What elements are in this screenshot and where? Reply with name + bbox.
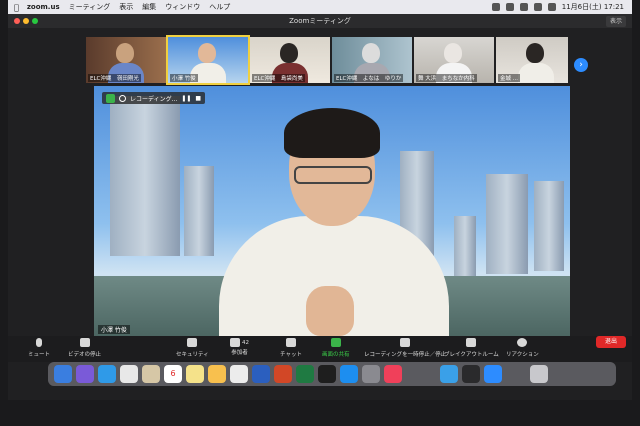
video-label: ビデオの停止: [68, 352, 102, 358]
menu-item[interactable]: ウィンドウ: [165, 2, 200, 12]
reaction-label: リアクション: [506, 352, 539, 358]
stop-video-button[interactable]: ビデオの停止: [68, 338, 101, 358]
preview-icon[interactable]: [462, 365, 480, 383]
chat-icon: [285, 338, 296, 347]
window-title: Zoomミーティング: [289, 17, 351, 25]
participant-name: 舞 大浜 まちなか内科: [416, 74, 477, 82]
share-screen-button[interactable]: 画面の共有: [322, 338, 350, 358]
screen:  zoom.us ミーティング 表示 編集 ウィンドウ ヘルプ 11月6日(土…: [8, 0, 632, 400]
participant-name: 金城 ...: [498, 74, 520, 82]
participants-icon: [230, 338, 240, 347]
finder-icon[interactable]: [54, 365, 72, 383]
meeting-toolbar: ミュート ビデオの停止 セキュリティ 42 参加者 チャット 画面の共有 レコー…: [8, 336, 632, 362]
pause-recording-icon: [400, 338, 411, 347]
recording-label: レコーディング...: [130, 95, 178, 103]
gallery-strip: ELC沖縄 嶺田剛光 小澤 竹俊 ELC沖縄 島袋尚美 ELC沖縄 よなは ゆり…: [86, 35, 568, 85]
zoom-icon[interactable]: [484, 365, 502, 383]
security-label: セキュリティ: [176, 352, 209, 358]
record-icon: [119, 94, 126, 102]
mute-button[interactable]: ミュート: [28, 338, 50, 358]
search-icon[interactable]: [547, 3, 556, 11]
chat-label: チャット: [280, 352, 302, 358]
app-store-icon[interactable]: [340, 365, 358, 383]
pause-icon[interactable]: ❚❚: [181, 95, 191, 102]
speaker-name: 小澤 竹俊: [98, 325, 130, 334]
shield-icon[interactable]: [106, 93, 115, 103]
facetime-icon[interactable]: [230, 365, 248, 383]
breakout-rooms-icon: [466, 338, 477, 347]
participant-name: ELC沖縄 島袋尚美: [252, 74, 305, 82]
leave-meeting-button[interactable]: 退出: [596, 336, 626, 348]
camera-icon: [79, 338, 90, 347]
photos-folder-icon[interactable]: [142, 365, 160, 383]
status-area: 11月6日(土) 17:21: [491, 2, 624, 12]
gallery-next-icon[interactable]: ›: [574, 58, 588, 72]
menu-clock[interactable]: 11月6日(土) 17:21: [562, 2, 624, 12]
share-screen-icon: [330, 338, 341, 347]
menu-app[interactable]: zoom.us: [27, 3, 60, 11]
photos-icon[interactable]: [208, 365, 226, 383]
participants-count: 42: [242, 339, 249, 346]
participants-button[interactable]: 42 参加者: [230, 338, 249, 356]
system-settings-icon[interactable]: [362, 365, 380, 383]
notes-icon[interactable]: [186, 365, 204, 383]
calendar-icon[interactable]: 6: [164, 365, 182, 383]
security-button[interactable]: セキュリティ: [176, 338, 209, 358]
recording-button-label: レコーディングを一時停止／停止: [364, 352, 447, 358]
gallery-tile-active[interactable]: 小澤 竹俊: [166, 35, 250, 85]
chat-button[interactable]: チャット: [280, 338, 302, 358]
security-shield-icon: [187, 338, 198, 347]
trash-icon[interactable]: [530, 365, 548, 383]
music-icon[interactable]: [384, 365, 402, 383]
gallery-tile[interactable]: 舞 大浜 まちなか内科: [414, 37, 494, 83]
share-label: 画面の共有: [322, 352, 350, 358]
excel-icon[interactable]: [296, 365, 314, 383]
zoom-app-icon[interactable]: [440, 365, 458, 383]
breakout-label: ブレイクアウトルーム: [444, 352, 499, 358]
dock: 6: [48, 362, 616, 386]
apple-tv-icon[interactable]: [318, 365, 336, 383]
participant-name: 小澤 竹俊: [170, 74, 198, 82]
siri-icon[interactable]: [76, 365, 94, 383]
battery-icon[interactable]: [519, 3, 528, 11]
reaction-button[interactable]: リアクション: [506, 338, 539, 358]
window-title-bar: Zoomミーティング 表示: [8, 14, 632, 28]
smiley-icon: [517, 338, 528, 347]
zoom-window-icon[interactable]: [32, 18, 38, 24]
menu-item[interactable]: ミーティング: [69, 2, 111, 12]
gallery-tile[interactable]: ELC沖縄 嶺田剛光: [86, 37, 166, 83]
apple-icon[interactable]: : [14, 3, 19, 12]
recording-indicator[interactable]: レコーディング... ❚❚ ■: [102, 92, 206, 104]
dropbox-icon[interactable]: [505, 3, 514, 11]
active-speaker-video: レコーディング... ❚❚ ■ 小澤 竹俊: [94, 86, 570, 336]
powerpoint-icon[interactable]: [274, 365, 292, 383]
gallery-tile[interactable]: ELC沖縄 よなは ゆりか: [332, 37, 412, 83]
participants-label: 参加者: [231, 350, 248, 356]
chrome-icon[interactable]: [120, 365, 138, 383]
participant-name: ELC沖縄 嶺田剛光: [88, 74, 141, 82]
zoom-status-icon[interactable]: [491, 3, 500, 11]
menu-item[interactable]: 編集: [142, 2, 156, 12]
microphone-icon: [36, 338, 42, 347]
participant-name: ELC沖縄 よなは ゆりか: [334, 74, 404, 82]
gallery-tile[interactable]: 金城 ...: [496, 37, 568, 83]
safari-icon[interactable]: [98, 365, 116, 383]
menu-item[interactable]: 表示: [119, 2, 133, 12]
breakout-rooms-button[interactable]: ブレイクアウトルーム: [444, 338, 499, 358]
gallery-tile[interactable]: ELC沖縄 島袋尚美: [250, 37, 330, 83]
word-icon[interactable]: [252, 365, 270, 383]
recording-button[interactable]: レコーディングを一時停止／停止: [364, 338, 446, 358]
mute-label: ミュート: [28, 352, 51, 358]
wifi-icon[interactable]: [533, 3, 542, 11]
stop-icon[interactable]: ■: [195, 95, 201, 102]
menu-bar:  zoom.us ミーティング 表示 編集 ウィンドウ ヘルプ 11月6日(土…: [8, 0, 632, 14]
close-window-icon[interactable]: [14, 18, 20, 24]
view-button[interactable]: 表示: [605, 16, 626, 27]
menu-item[interactable]: ヘルプ: [209, 2, 230, 12]
minimize-window-icon[interactable]: [23, 18, 29, 24]
